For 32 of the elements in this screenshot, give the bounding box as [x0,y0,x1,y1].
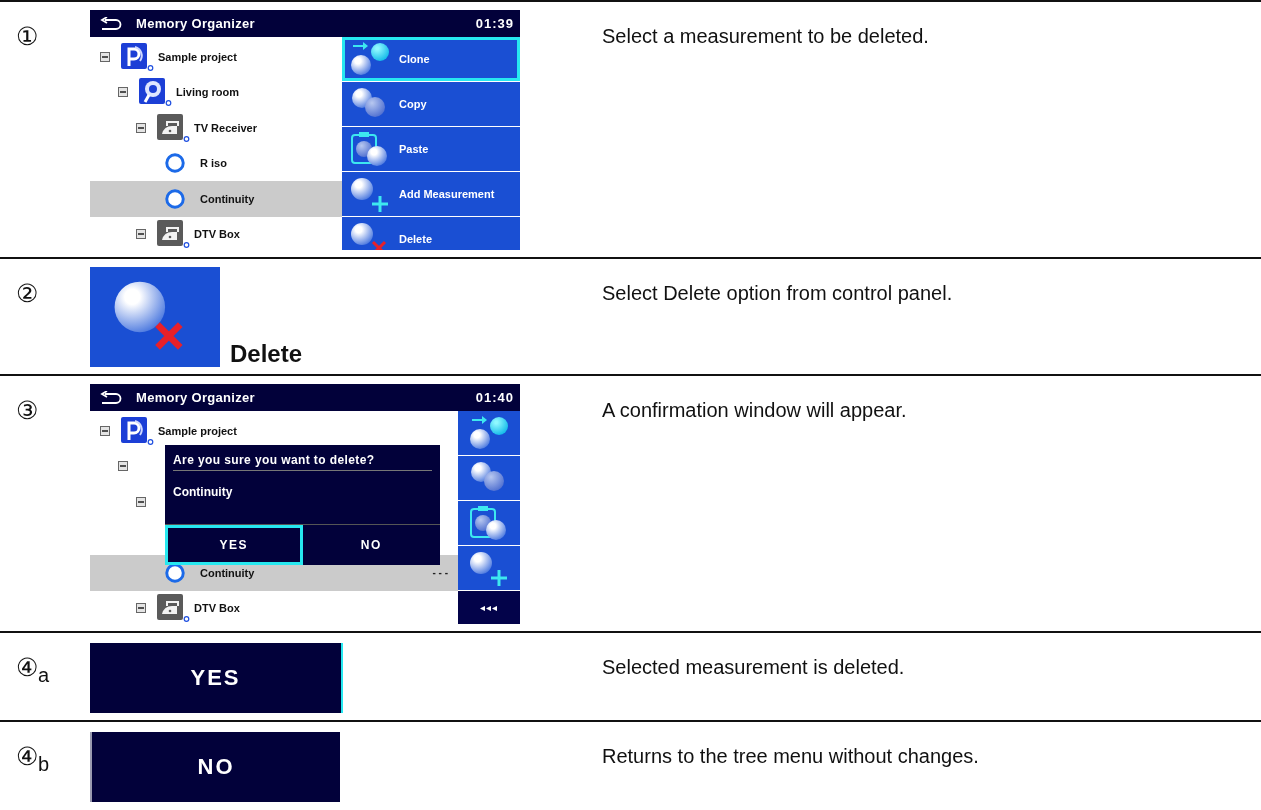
more-indicator: - - - [432,567,448,579]
tree-label: Sample project [158,50,237,63]
menu-label: Copy [399,98,427,110]
step-number: ④$_{a}$ [15,652,51,688]
step-description: Select Delete option from control panel. [602,281,954,306]
tree-label: TV Receiver [194,121,257,134]
menu-label: Delete [399,233,433,245]
step-number: ① [15,21,39,52]
clock: 01:40 [475,390,514,405]
step-description: Select a measurement to be deleted. [602,24,930,49]
step-number: ④$_{b}$ [15,741,51,777]
step-description: Returns to the tree menu without changes. [602,744,980,769]
icon-caption: Delete [230,341,303,367]
dialog-item: Continuity [173,485,234,499]
step-number: ② [15,278,39,309]
step-number: ③ [15,395,39,426]
clock: 01:39 [475,16,514,31]
tree-label: Sample project [158,424,237,437]
screen-title: Memory Organizer [136,16,256,31]
menu-label: Clone [399,53,430,65]
menu-label: Add Measurement [399,188,495,200]
tree-label: R iso [200,157,227,170]
screen-title: Memory Organizer [136,390,256,405]
tree-label: Continuity [200,192,255,205]
tree-label: DTV Box [194,228,240,241]
tree-label: Continuity [200,566,255,579]
menu-label: Paste [399,143,429,155]
step-description: A confirmation window will appear. [602,398,908,423]
tree-label: Living room [176,86,239,99]
tree-label: DTV Box [194,602,240,615]
step-description: Selected measurement is deleted. [602,655,906,680]
dialog-question: Are you sure you want to delete? [173,453,432,471]
